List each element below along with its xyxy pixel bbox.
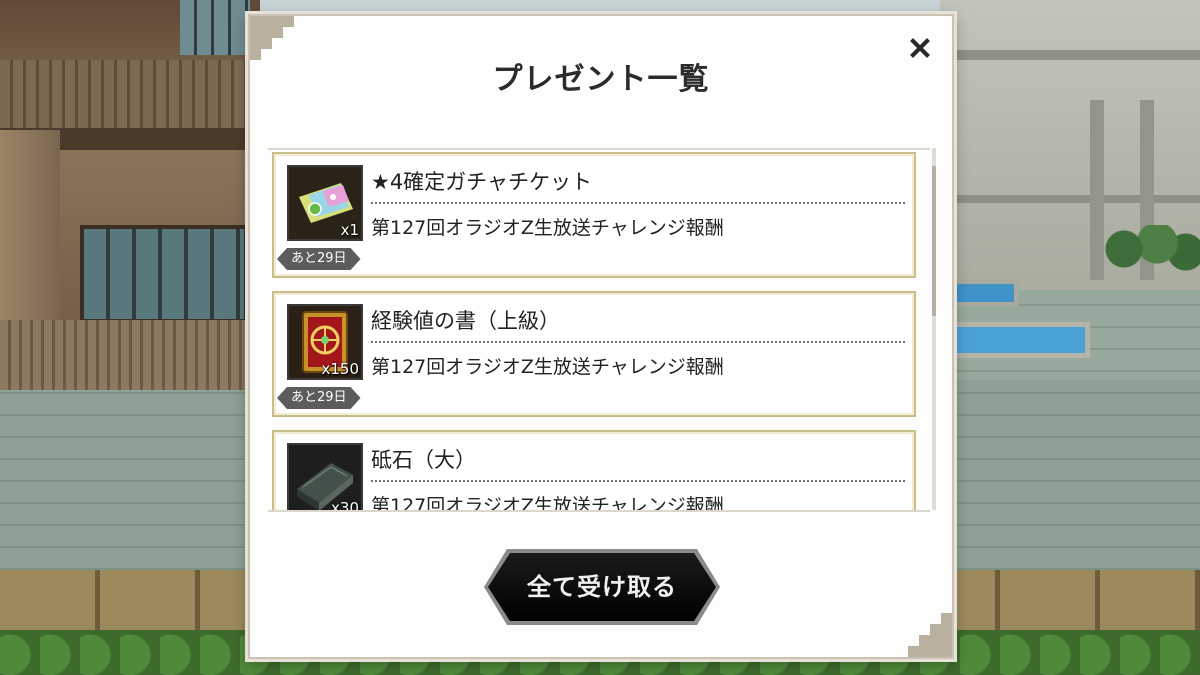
close-icon xyxy=(907,35,933,61)
list-scrollbar-thumb[interactable] xyxy=(932,166,936,316)
exp-book-icon: x150 xyxy=(287,304,363,380)
item-description: 第127回オラジオZ生放送チャレンジ報酬 xyxy=(371,356,724,378)
expiry-badge: あと29日 xyxy=(277,248,361,270)
castle-column xyxy=(1090,100,1104,280)
fountain-pool xyxy=(945,280,1018,306)
item-quantity: x150 xyxy=(321,360,359,378)
building-window xyxy=(80,225,248,323)
item-name: 経験値の書（上級） xyxy=(371,305,905,343)
item-quantity: x30 xyxy=(331,499,359,512)
receive-all-button[interactable]: 全て受け取る xyxy=(488,553,716,621)
item-quantity: x1 xyxy=(340,221,359,239)
castle-ledge xyxy=(940,195,1200,203)
present-list[interactable]: x1 あと29日 ★4確定ガチャチケット 第127回オラジオZ生放送チャレンジ報… xyxy=(268,148,930,512)
fountain-pool xyxy=(945,322,1090,358)
building-balcony xyxy=(0,60,260,130)
close-button[interactable] xyxy=(902,30,938,66)
item-description: 第127回オラジオZ生放送チャレンジ報酬 xyxy=(371,217,724,239)
castle-ledge xyxy=(940,50,1200,60)
gacha-ticket-icon: x1 xyxy=(287,165,363,241)
expiry-badge: あと29日 xyxy=(277,387,361,409)
present-item[interactable]: x30 砥石（大） 第127回オラジオZ生放送チャレンジ報酬 xyxy=(272,430,916,512)
building-pillar xyxy=(0,130,60,330)
present-item[interactable]: x150 あと29日 経験値の書（上級） 第127回オラジオZ生放送チャレンジ報… xyxy=(272,291,916,417)
present-list-dialog: プレゼント一覧 x1 あと29日 ★4確定ガチャチケット 第127回オラジオZ生… xyxy=(248,14,954,659)
dialog-title: プレゼント一覧 xyxy=(492,62,710,97)
present-item[interactable]: x1 あと29日 ★4確定ガチャチケット 第127回オラジオZ生放送チャレンジ報… xyxy=(272,152,916,278)
item-name: ★4確定ガチャチケット xyxy=(371,166,905,204)
building-base xyxy=(0,320,260,390)
dialog-corner-decoration xyxy=(908,613,952,657)
item-description: 第127回オラジオZ生放送チャレンジ報酬 xyxy=(371,495,724,512)
building-window xyxy=(180,0,250,55)
whetstone-icon: x30 xyxy=(287,443,363,512)
item-name: 砥石（大） xyxy=(371,444,905,482)
timber-building-left xyxy=(0,0,260,390)
trees xyxy=(1105,225,1200,285)
